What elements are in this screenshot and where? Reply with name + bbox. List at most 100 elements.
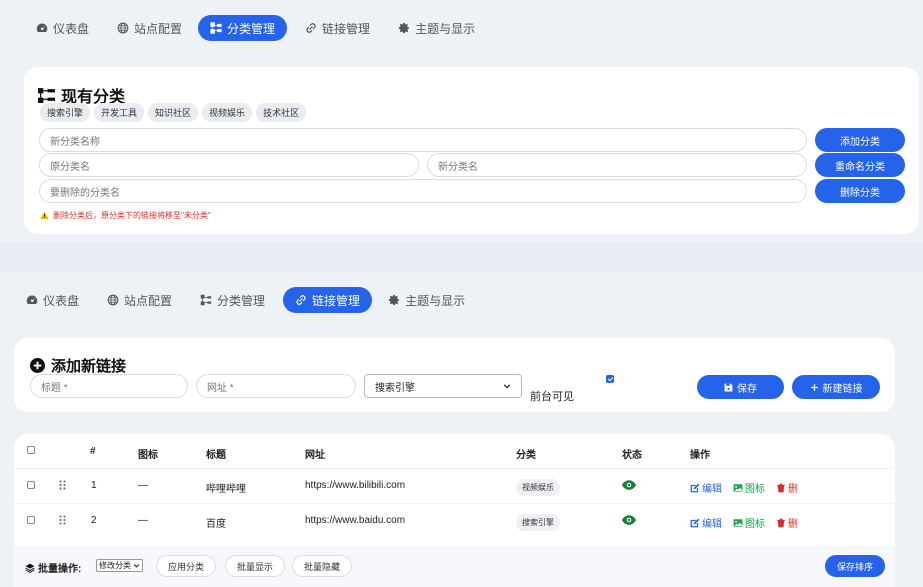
delete-category-input[interactable]: 要删除的分类名: [39, 179, 807, 203]
save-link-button[interactable]: 保存: [697, 375, 784, 399]
tab-link-management[interactable]: 链接管理: [293, 15, 382, 41]
globe-icon: [107, 294, 119, 306]
category-chip-list: 搜索引擎 开发工具 知识社区 视频娱乐 技术社区: [40, 103, 310, 122]
sitemap-icon: [200, 294, 212, 306]
tab-theme-display[interactable]: 主题与显示: [376, 287, 477, 313]
tab-theme-display[interactable]: 主题与显示: [386, 15, 487, 41]
icon-label: 图标: [745, 519, 765, 530]
sitemap-icon: [38, 87, 55, 103]
tab-category-management[interactable]: 分类管理: [188, 287, 277, 313]
category-chip: 视频娱乐: [202, 103, 253, 122]
chevron-down-icon: [133, 564, 140, 568]
tab-link-management[interactable]: 链接管理: [283, 287, 373, 313]
select-all-checkbox[interactable]: [27, 446, 35, 454]
batch-hide-button[interactable]: 批量隐藏: [292, 555, 352, 577]
gauge-icon: [26, 295, 38, 305]
new-category-input[interactable]: 新分类名称: [39, 128, 807, 152]
save-label: 保存: [737, 383, 757, 395]
batch-show-button[interactable]: 批量显示: [225, 555, 285, 577]
chevron-down-icon: [503, 384, 511, 389]
category-card: 现有分类 搜索引擎 开发工具 知识社区 视频娱乐 技术社区 新分类名称 添加分类 原分类…: [24, 67, 919, 234]
visible-checkbox[interactable]: [606, 375, 614, 383]
plus-circle-icon: [30, 358, 45, 373]
batch-label-text: 批量操作:: [38, 564, 82, 575]
tab-label: 主题与显示: [415, 21, 476, 36]
drag-handle-icon[interactable]: [59, 480, 66, 490]
row-title: 哔哩哔哩: [206, 484, 246, 495]
batch-category-select[interactable]: 修改分类: [96, 559, 143, 572]
row-icon: —: [138, 515, 148, 526]
tab-dashboard[interactable]: 仪表盘: [24, 15, 101, 41]
tab-label: 主题与显示: [405, 293, 466, 308]
gauge-icon: [36, 23, 48, 33]
old-category-name-input[interactable]: 原分类名: [39, 153, 419, 177]
tab-site-config[interactable]: 站点配置: [95, 287, 184, 313]
tab-site-config[interactable]: 站点配置: [105, 15, 194, 41]
category-chip: 开发工具: [94, 103, 145, 122]
delete-label: 删: [788, 519, 798, 530]
row-divider: [14, 468, 895, 469]
batch-toolbar: 批量操作: 修改分类 应用分类 批量显示 批量隐藏 保存排序: [14, 546, 895, 587]
section-title-text: 添加新链接: [51, 358, 127, 375]
link-icon: [296, 295, 306, 305]
delete-button[interactable]: 删: [776, 515, 798, 530]
column-header: 网址: [305, 450, 325, 461]
edit-button[interactable]: 编辑: [690, 480, 722, 495]
link-management-panel: 仪表盘 站点配置 分类管理 链接管理 主题与显示 添加新链接 标题 * 网址 *…: [0, 272, 923, 587]
gear-icon: [398, 22, 409, 34]
image-icon: [733, 518, 743, 527]
icon-button[interactable]: 图标: [733, 515, 765, 530]
tab-label: 站点配置: [134, 21, 183, 36]
column-header: 分类: [516, 450, 536, 461]
row-divider: [14, 503, 895, 504]
warning-icon: [40, 211, 49, 220]
column-header: 图标: [138, 450, 158, 461]
edit-button[interactable]: 编辑: [690, 515, 722, 530]
tab-label: 仪表盘: [43, 293, 80, 308]
rename-category-button[interactable]: 重命名分类: [815, 153, 905, 177]
column-header: 标题: [206, 450, 226, 461]
top-nav: 仪表盘 站点配置 分类管理 链接管理 主题与显示: [24, 15, 487, 41]
drag-handle-icon[interactable]: [59, 515, 66, 525]
category-select[interactable]: 搜索引擎: [364, 374, 522, 398]
delete-button[interactable]: 删: [776, 480, 798, 495]
row-checkbox[interactable]: [27, 481, 35, 489]
row-url: https://www.baidu.com: [305, 515, 406, 526]
link-url-input[interactable]: 网址 *: [196, 374, 356, 398]
delete-category-button[interactable]: 删除分类: [815, 179, 905, 203]
new-link-button[interactable]: 新建链接: [792, 375, 880, 399]
row-number: 1: [91, 480, 97, 491]
edit-label: 编辑: [702, 484, 722, 495]
eye-icon[interactable]: [622, 480, 636, 490]
save-order-button[interactable]: 保存排序: [825, 555, 885, 577]
add-category-button[interactable]: 添加分类: [815, 128, 905, 152]
tab-label: 链接管理: [312, 293, 361, 308]
icon-button[interactable]: 图标: [733, 480, 765, 495]
sitemap-icon: [210, 22, 222, 34]
tab-label: 分类管理: [217, 293, 266, 308]
tab-label: 分类管理: [227, 21, 276, 36]
globe-icon: [117, 22, 129, 34]
tab-dashboard[interactable]: 仪表盘: [14, 287, 91, 313]
edit-label: 编辑: [702, 519, 722, 530]
new-link-label: 新建链接: [822, 383, 863, 395]
row-checkbox[interactable]: [27, 516, 35, 524]
column-header: 状态: [622, 450, 642, 461]
layers-icon: [25, 563, 35, 573]
link-icon: [306, 23, 316, 33]
visible-label: 前台可见: [530, 391, 574, 403]
link-title-input[interactable]: 标题 *: [30, 374, 188, 398]
category-select-value: 搜索引擎: [375, 382, 415, 394]
batch-select-value: 修改分类: [99, 561, 131, 570]
new-category-name-input[interactable]: 新分类名: [427, 153, 807, 177]
section-title: 添加新链接: [30, 355, 126, 376]
row-icon: —: [138, 480, 148, 491]
edit-icon: [690, 483, 700, 492]
category-management-panel: 仪表盘 站点配置 分类管理 链接管理 主题与显示 现有分类 搜索引擎 开发工具 知识…: [0, 0, 923, 242]
tab-category-management[interactable]: 分类管理: [198, 15, 288, 41]
save-icon: [724, 383, 733, 391]
apply-category-button[interactable]: 应用分类: [156, 555, 216, 577]
eye-icon[interactable]: [622, 515, 636, 525]
top-nav: 仪表盘 站点配置 分类管理 链接管理 主题与显示: [14, 287, 477, 313]
warning-text: 删除分类后，原分类下的链接将移至"未分类": [53, 211, 211, 220]
